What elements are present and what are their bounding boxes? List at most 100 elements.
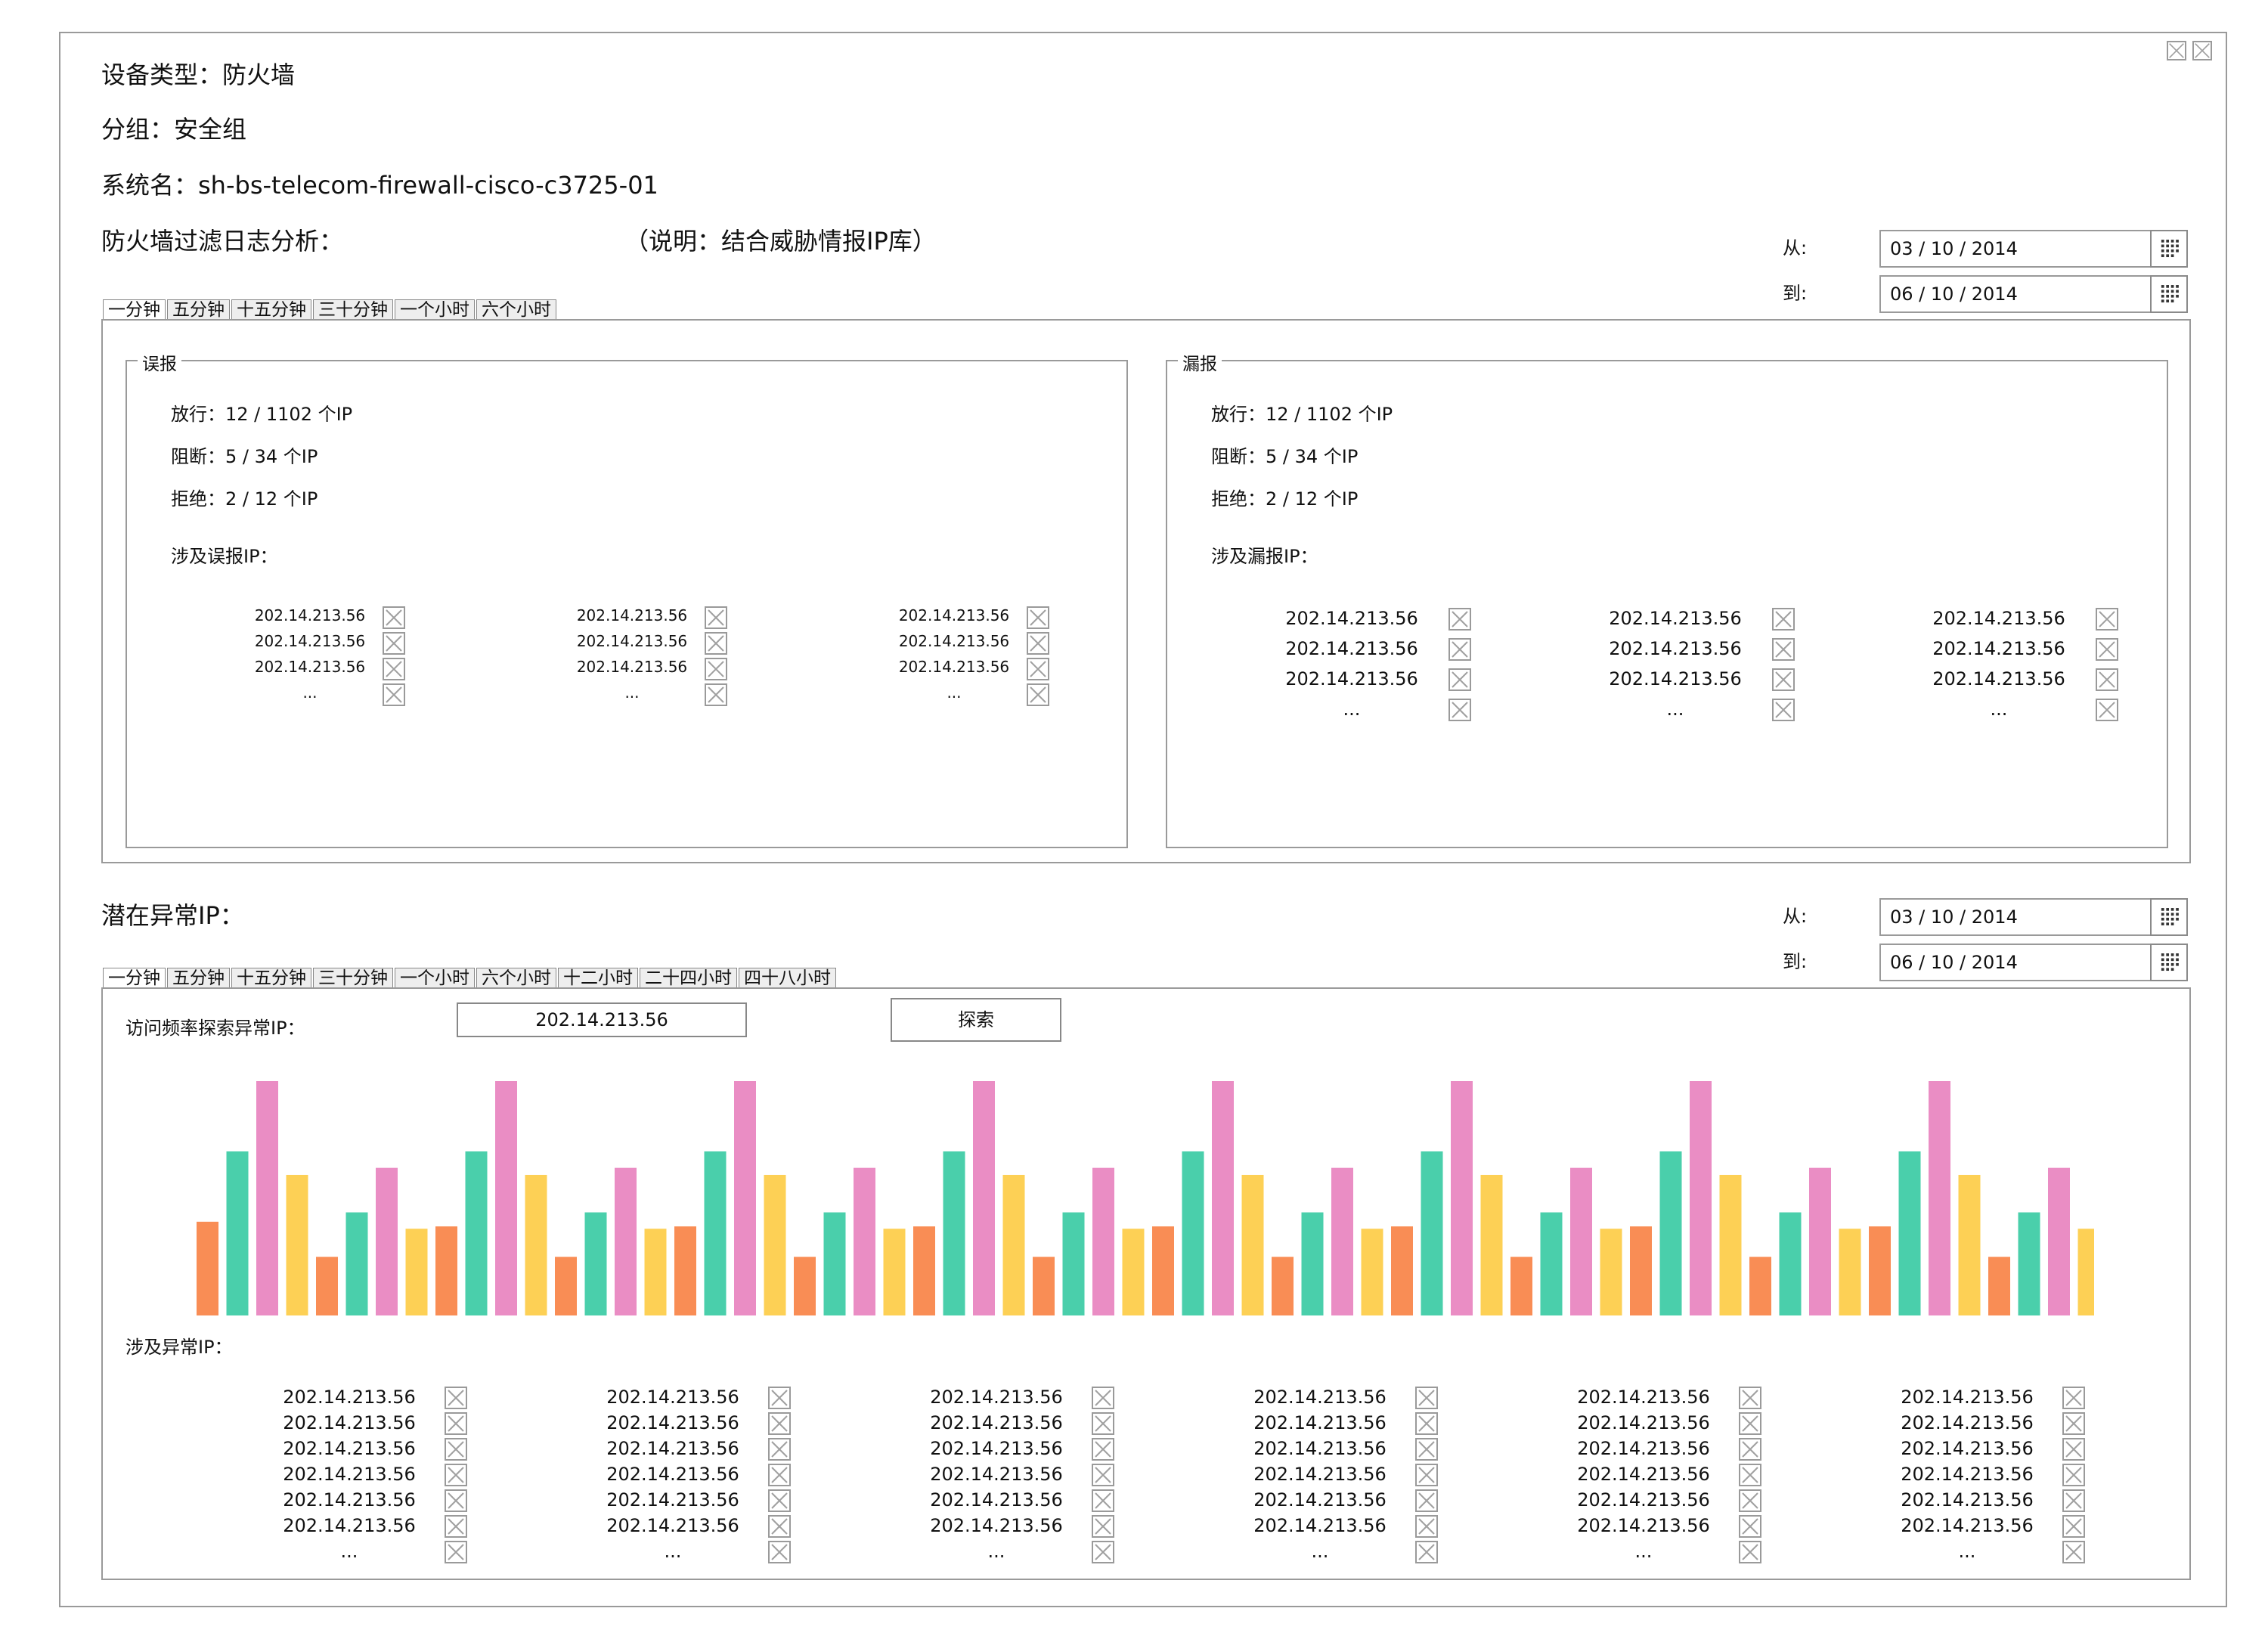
remove-ip-icon[interactable] bbox=[705, 683, 727, 706]
chart-bar bbox=[1421, 1151, 1443, 1315]
to-date-field[interactable]: 06 / 10 / 2014 bbox=[1879, 944, 2152, 981]
remove-ip-icon[interactable] bbox=[2096, 638, 2118, 661]
remove-ip-icon[interactable] bbox=[705, 658, 727, 680]
remove-ip-icon[interactable] bbox=[1739, 1438, 1761, 1461]
to-date-field[interactable]: 06 / 10 / 2014 bbox=[1879, 275, 2152, 313]
remove-ip-icon[interactable] bbox=[1092, 1515, 1114, 1538]
remove-ip-icon[interactable] bbox=[1415, 1515, 1438, 1538]
remove-ip-icon[interactable] bbox=[2062, 1515, 2085, 1538]
remove-ip-icon[interactable] bbox=[1415, 1541, 1438, 1563]
remove-ip-icon[interactable] bbox=[445, 1464, 467, 1486]
remove-ip-icon[interactable] bbox=[445, 1515, 467, 1538]
remove-ip-icon[interactable] bbox=[1739, 1464, 1761, 1486]
tab-six-hours[interactable]: 六个小时 bbox=[476, 299, 556, 320]
remove-ip-icon[interactable] bbox=[445, 1387, 467, 1409]
remove-ip-icon[interactable] bbox=[768, 1541, 791, 1563]
remove-ip-icon[interactable] bbox=[1415, 1464, 1438, 1486]
tab-one-minute[interactable]: 一分钟 bbox=[103, 299, 166, 320]
remove-ip-icon[interactable] bbox=[2062, 1489, 2085, 1512]
remove-ip-icon[interactable] bbox=[1027, 632, 1049, 655]
calendar-icon[interactable] bbox=[2150, 898, 2188, 936]
tab-forty-eight-hours[interactable]: 四十八小时 bbox=[739, 968, 836, 988]
remove-ip-icon[interactable] bbox=[705, 632, 727, 655]
remove-ip-icon[interactable] bbox=[1092, 1464, 1114, 1486]
remove-ip-icon[interactable] bbox=[768, 1438, 791, 1461]
calendar-icon[interactable] bbox=[2150, 944, 2188, 981]
remove-ip-icon[interactable] bbox=[2062, 1438, 2085, 1461]
remove-ip-icon[interactable] bbox=[2062, 1412, 2085, 1435]
window-close-icon[interactable] bbox=[2192, 41, 2212, 60]
remove-ip-icon[interactable] bbox=[1027, 683, 1049, 706]
remove-ip-icon[interactable] bbox=[383, 683, 405, 706]
remove-ip-icon[interactable] bbox=[1092, 1438, 1114, 1461]
remove-ip-icon[interactable] bbox=[1092, 1387, 1114, 1409]
remove-ip-icon[interactable] bbox=[1415, 1412, 1438, 1435]
calendar-icon[interactable] bbox=[2150, 275, 2188, 313]
tab-thirty-minutes[interactable]: 三十分钟 bbox=[313, 968, 393, 988]
calendar-icon[interactable] bbox=[2150, 230, 2188, 268]
remove-ip-icon[interactable] bbox=[1739, 1387, 1761, 1409]
remove-ip-icon[interactable] bbox=[383, 606, 405, 629]
remove-ip-icon[interactable] bbox=[1092, 1412, 1114, 1435]
remove-ip-icon[interactable] bbox=[1027, 606, 1049, 629]
remove-ip-icon[interactable] bbox=[768, 1489, 791, 1512]
from-date-field[interactable]: 03 / 10 / 2014 bbox=[1879, 230, 2152, 268]
remove-ip-icon[interactable] bbox=[445, 1412, 467, 1435]
remove-ip-icon[interactable] bbox=[445, 1489, 467, 1512]
remove-ip-icon[interactable] bbox=[1739, 1541, 1761, 1563]
remove-ip-icon[interactable] bbox=[1415, 1387, 1438, 1409]
tab-five-minutes[interactable]: 五分钟 bbox=[167, 299, 230, 320]
remove-ip-icon[interactable] bbox=[705, 606, 727, 629]
remove-ip-icon[interactable] bbox=[2096, 668, 2118, 691]
tab-five-minutes[interactable]: 五分钟 bbox=[167, 968, 230, 988]
ip-entry: ... bbox=[664, 1541, 682, 1562]
remove-ip-icon[interactable] bbox=[1448, 608, 1471, 631]
tab-one-hour[interactable]: 一个小时 bbox=[395, 968, 475, 988]
remove-ip-icon[interactable] bbox=[445, 1541, 467, 1563]
tab-one-minute[interactable]: 一分钟 bbox=[103, 968, 166, 988]
remove-ip-icon[interactable] bbox=[1772, 638, 1795, 661]
tab-twelve-hours[interactable]: 十二小时 bbox=[558, 968, 638, 988]
remove-ip-icon[interactable] bbox=[1772, 608, 1795, 631]
ip-entry: 202.14.213.56 bbox=[1901, 1489, 2034, 1511]
remove-ip-icon[interactable] bbox=[1092, 1489, 1114, 1512]
ip-entry: 202.14.213.56 bbox=[930, 1412, 1063, 1433]
window-restore-icon[interactable] bbox=[2167, 41, 2186, 60]
remove-ip-icon[interactable] bbox=[1739, 1412, 1761, 1435]
ip-entry: 202.14.213.56 bbox=[1285, 638, 1418, 659]
remove-ip-icon[interactable] bbox=[768, 1387, 791, 1409]
remove-ip-icon[interactable] bbox=[768, 1412, 791, 1435]
remove-ip-icon[interactable] bbox=[2096, 608, 2118, 631]
remove-ip-icon[interactable] bbox=[768, 1515, 791, 1538]
remove-ip-icon[interactable] bbox=[2096, 699, 2118, 721]
chart-bar bbox=[764, 1175, 786, 1315]
from-date-field[interactable]: 03 / 10 / 2014 bbox=[1879, 898, 2152, 936]
remove-ip-icon[interactable] bbox=[383, 632, 405, 655]
remove-ip-icon[interactable] bbox=[1739, 1489, 1761, 1512]
remove-ip-icon[interactable] bbox=[383, 658, 405, 680]
remove-ip-icon[interactable] bbox=[1448, 699, 1471, 721]
remove-ip-icon[interactable] bbox=[1772, 699, 1795, 721]
remove-ip-icon[interactable] bbox=[1027, 658, 1049, 680]
remove-ip-icon[interactable] bbox=[1739, 1515, 1761, 1538]
remove-ip-icon[interactable] bbox=[2062, 1464, 2085, 1486]
explore-button[interactable]: 探索 bbox=[891, 998, 1061, 1042]
tab-six-hours[interactable]: 六个小时 bbox=[476, 968, 556, 988]
remove-ip-icon[interactable] bbox=[1092, 1541, 1114, 1563]
tab-fifteen-minutes[interactable]: 十五分钟 bbox=[231, 299, 311, 320]
tab-twenty-four-hours[interactable]: 二十四小时 bbox=[640, 968, 737, 988]
remove-ip-icon[interactable] bbox=[1448, 668, 1471, 691]
remove-ip-icon[interactable] bbox=[445, 1438, 467, 1461]
remove-ip-icon[interactable] bbox=[1415, 1489, 1438, 1512]
tab-fifteen-minutes[interactable]: 十五分钟 bbox=[231, 968, 311, 988]
remove-ip-icon[interactable] bbox=[1448, 638, 1471, 661]
search-ip-input[interactable]: 202.14.213.56 bbox=[457, 1002, 747, 1037]
remove-ip-icon[interactable] bbox=[1772, 668, 1795, 691]
tab-thirty-minutes[interactable]: 三十分钟 bbox=[313, 299, 393, 320]
tab-one-hour[interactable]: 一个小时 bbox=[395, 299, 475, 320]
remove-ip-icon[interactable] bbox=[1415, 1438, 1438, 1461]
remove-ip-icon[interactable] bbox=[2062, 1387, 2085, 1409]
remove-ip-icon[interactable] bbox=[2062, 1541, 2085, 1563]
remove-ip-icon[interactable] bbox=[768, 1464, 791, 1486]
ip-entry: 202.14.213.56 bbox=[930, 1489, 1063, 1511]
